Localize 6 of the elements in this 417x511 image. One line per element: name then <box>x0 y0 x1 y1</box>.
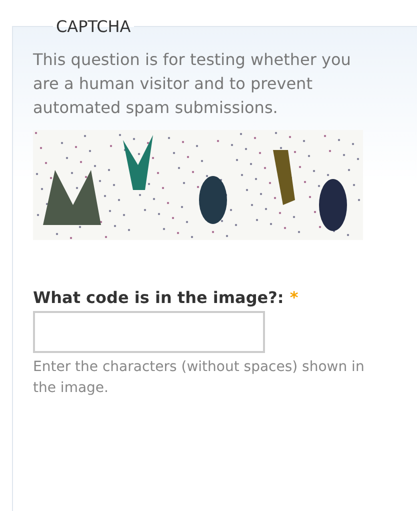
field-label: What code is in the image?: <box>33 288 284 307</box>
fieldset-legend: CAPTCHA <box>53 17 134 36</box>
required-mark: * <box>290 288 298 307</box>
code-input-field[interactable] <box>33 311 265 353</box>
help-text: Enter the characters (without spaces) shown in the image. <box>33 358 366 398</box>
description-text: This question is for testing whether you are a human visitor and to prevent automated spam submissions. <box>33 49 352 119</box>
